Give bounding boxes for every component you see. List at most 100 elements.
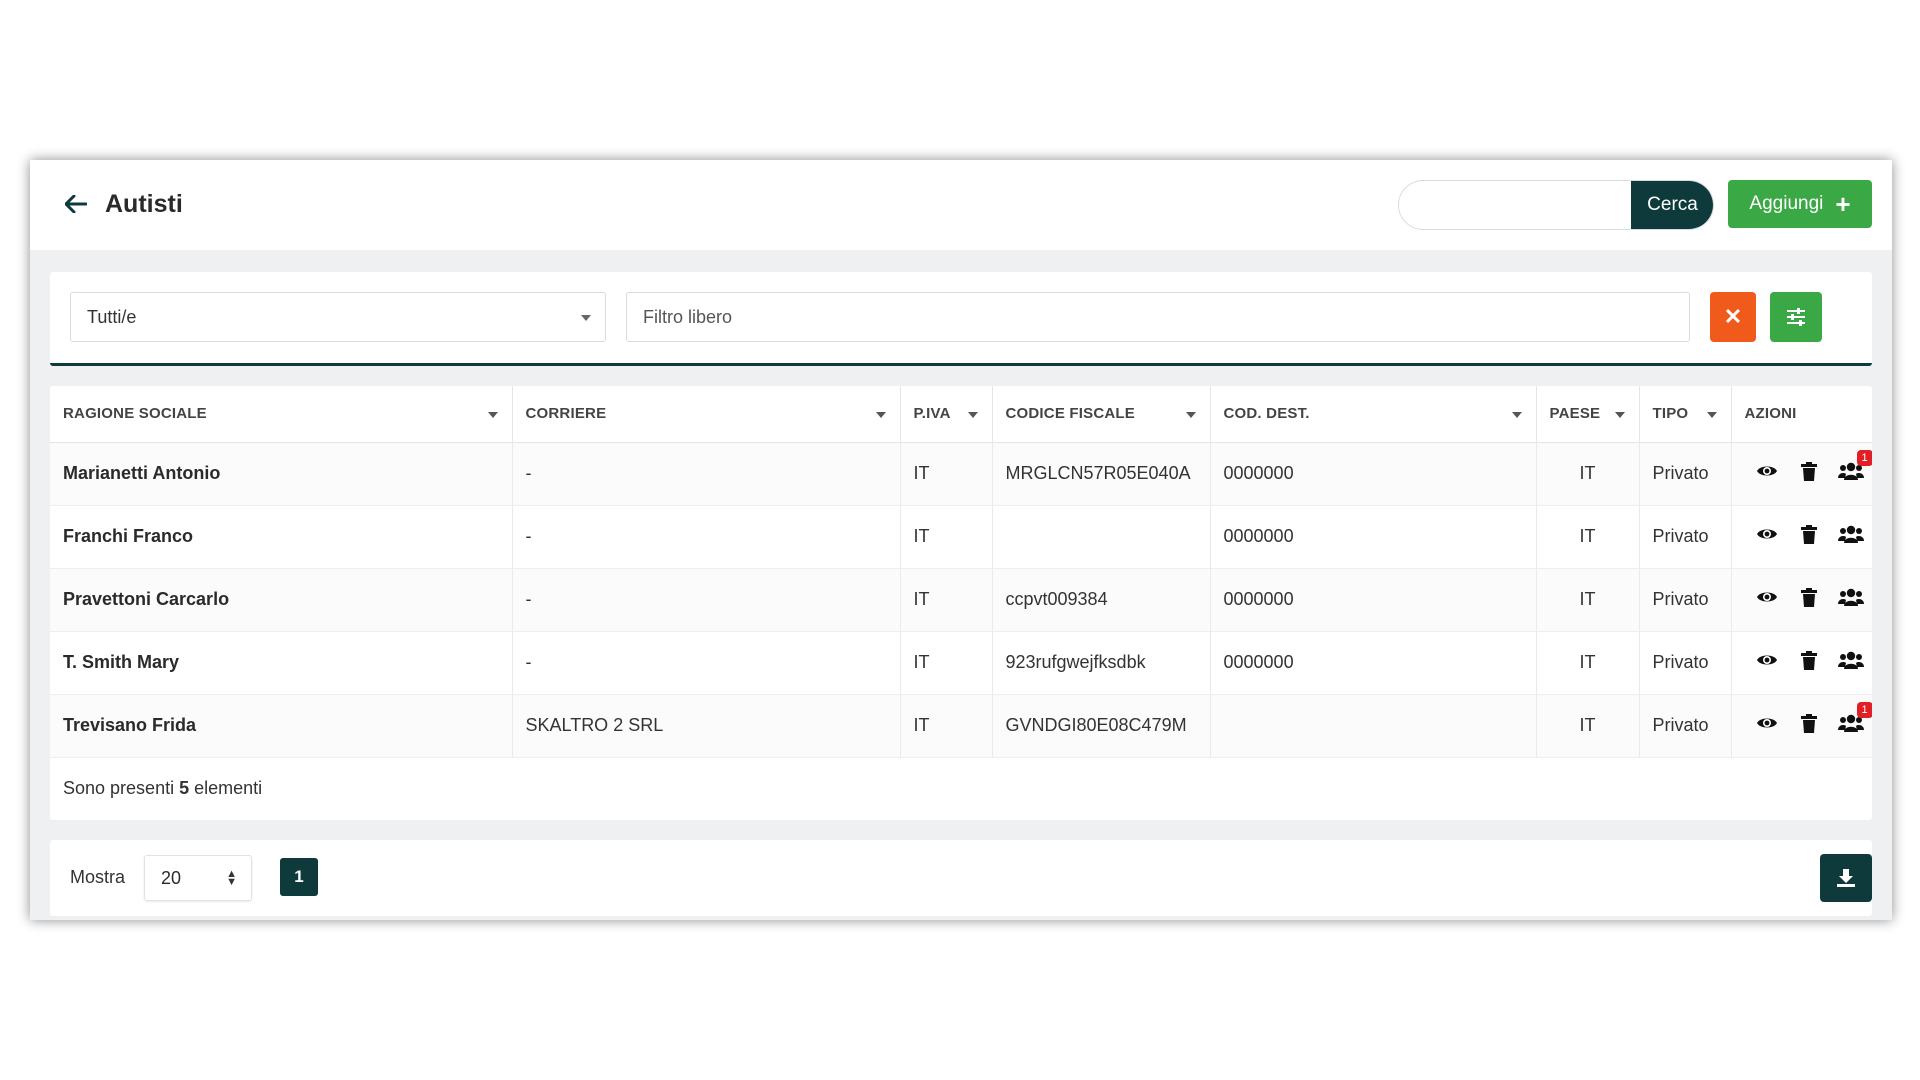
cell-corriere: -	[512, 505, 901, 569]
table-row[interactable]: Pravettoni Carcarlo - IT ccpvt009384 0000000…	[50, 568, 1873, 632]
view-button[interactable]	[1753, 460, 1781, 488]
back-button[interactable]	[60, 188, 92, 220]
search-box: Cerca	[1398, 180, 1714, 230]
trash-icon	[1800, 461, 1817, 486]
table-body: Marianetti Antonio - IT MRGLCN57R05E040A 000…	[50, 442, 1873, 758]
cell-tipo: Privato	[1639, 568, 1732, 632]
filter-bar: Tutti/e ✕	[50, 272, 1872, 366]
column-header-corriere[interactable]: Corriere	[512, 386, 901, 443]
sort-icon	[1185, 412, 1196, 418]
column-header-tipo[interactable]: Tipo	[1639, 386, 1732, 443]
trash-icon	[1800, 650, 1817, 675]
cell-cod-dest	[1210, 694, 1537, 758]
sort-icon	[487, 412, 498, 418]
table-row[interactable]: Trevisano Frida SKALTRO 2 SRL IT GVNDGI80E0…	[50, 694, 1872, 758]
free-filter-input[interactable]	[626, 292, 1690, 342]
eye-icon	[1756, 589, 1778, 610]
eye-icon	[1756, 652, 1778, 673]
row-actions	[1745, 586, 1873, 614]
drivers-table-card: Ragione sociale Corriere P.IVA Codice fi…	[50, 386, 1872, 820]
users-icon	[1837, 525, 1864, 548]
table-row[interactable]: Franchi Franco - IT 0000000 IT Privato	[50, 505, 1873, 569]
cell-azioni	[1731, 631, 1872, 695]
cell-codice-fiscale: ccpvt009384	[992, 568, 1211, 632]
delete-button[interactable]	[1795, 523, 1823, 551]
cell-codice-fiscale: MRGLCN57R05E040A	[992, 442, 1211, 506]
pagination-bar: Mostra 20 ▲ ▼ 1	[50, 840, 1872, 916]
page-button-current[interactable]: 1	[280, 858, 318, 896]
cell-codice-fiscale: 923rufgwejfksdbk	[992, 631, 1211, 695]
column-header-ragione-sociale[interactable]: Ragione sociale	[50, 386, 513, 443]
eye-icon	[1756, 715, 1778, 736]
delete-button[interactable]	[1795, 586, 1823, 614]
cell-cod-dest: 0000000	[1210, 442, 1537, 506]
column-header-cod-dest[interactable]: Cod. dest.	[1210, 386, 1537, 443]
cell-piva: IT	[900, 505, 993, 569]
delete-button[interactable]	[1795, 460, 1823, 488]
clear-filters-button[interactable]: ✕	[1710, 292, 1756, 342]
view-button[interactable]	[1753, 523, 1781, 551]
users-button[interactable]	[1837, 649, 1865, 677]
cell-paese: IT	[1536, 568, 1640, 632]
view-button[interactable]	[1753, 712, 1781, 740]
cell-piva: IT	[900, 631, 993, 695]
users-button[interactable]: 1	[1837, 701, 1872, 740]
column-header-codice-fiscale[interactable]: Codice fiscale	[992, 386, 1211, 443]
row-actions	[1745, 523, 1873, 551]
search-button[interactable]: Cerca	[1631, 181, 1713, 229]
cell-azioni: 1	[1731, 442, 1872, 506]
table-row[interactable]: Marianetti Antonio - IT MRGLCN57R05E040A 000…	[50, 442, 1872, 506]
search-input[interactable]	[1399, 181, 1633, 229]
cell-corriere: -	[512, 631, 901, 695]
users-icon	[1837, 651, 1864, 674]
page-size-value: 20	[161, 867, 182, 888]
cell-tipo: Privato	[1639, 505, 1732, 569]
eye-icon	[1756, 463, 1778, 484]
arrow-left-icon	[65, 195, 87, 213]
cell-azioni	[1731, 568, 1873, 632]
users-button[interactable]	[1837, 523, 1865, 551]
cell-piva: IT	[900, 568, 993, 632]
cell-corriere: -	[512, 442, 901, 506]
sort-icon	[1511, 412, 1522, 418]
download-button[interactable]	[1820, 854, 1872, 902]
eye-icon	[1756, 526, 1778, 547]
view-button[interactable]	[1753, 649, 1781, 677]
cell-corriere: SKALTRO 2 SRL	[512, 694, 901, 758]
cell-ragione-sociale: Pravettoni Carcarlo	[50, 568, 513, 632]
view-button[interactable]	[1753, 586, 1781, 614]
add-button-label: Aggiungi	[1749, 193, 1824, 214]
page-size-select[interactable]: 20 ▲ ▼	[144, 855, 252, 901]
trash-icon	[1800, 713, 1817, 738]
column-header-paese[interactable]: Paese	[1536, 386, 1640, 443]
cell-paese: IT	[1536, 505, 1640, 569]
cell-ragione-sociale: Trevisano Frida	[50, 694, 513, 758]
updown-caret-icon: ▲ ▼	[226, 868, 237, 888]
users-button[interactable]	[1837, 586, 1865, 614]
cell-ragione-sociale: Franchi Franco	[50, 505, 513, 569]
sort-icon	[1614, 412, 1625, 418]
table-header-row: Ragione sociale Corriere P.IVA Codice fi…	[50, 386, 1872, 443]
row-actions: 1	[1745, 701, 1872, 740]
delete-button[interactable]	[1795, 649, 1823, 677]
cell-tipo: Privato	[1639, 694, 1732, 758]
close-icon: ✕	[1723, 304, 1743, 329]
cell-cod-dest: 0000000	[1210, 505, 1537, 569]
table-row[interactable]: T. Smith Mary - IT 923rufgwejfksdbk 0000000 I…	[50, 631, 1872, 695]
cell-tipo: Privato	[1639, 631, 1732, 695]
delete-button[interactable]	[1795, 712, 1823, 740]
cell-cod-dest: 0000000	[1210, 631, 1537, 695]
add-button[interactable]: Aggiungi +	[1728, 180, 1872, 228]
sort-icon	[1706, 412, 1717, 418]
column-header-piva[interactable]: P.IVA	[900, 386, 993, 443]
cell-paese: IT	[1536, 442, 1640, 506]
cell-azioni: 1	[1731, 694, 1872, 758]
type-filter-select[interactable]: Tutti/e	[70, 292, 606, 342]
caret-down-icon	[581, 315, 591, 321]
users-button[interactable]: 1	[1837, 449, 1872, 488]
sort-icon	[967, 412, 978, 418]
advanced-filters-button[interactable]	[1770, 292, 1822, 342]
cell-codice-fiscale: GVNDGI80E08C479M	[992, 694, 1211, 758]
type-filter-value: Tutti/e	[87, 306, 137, 327]
download-icon	[1837, 869, 1855, 887]
